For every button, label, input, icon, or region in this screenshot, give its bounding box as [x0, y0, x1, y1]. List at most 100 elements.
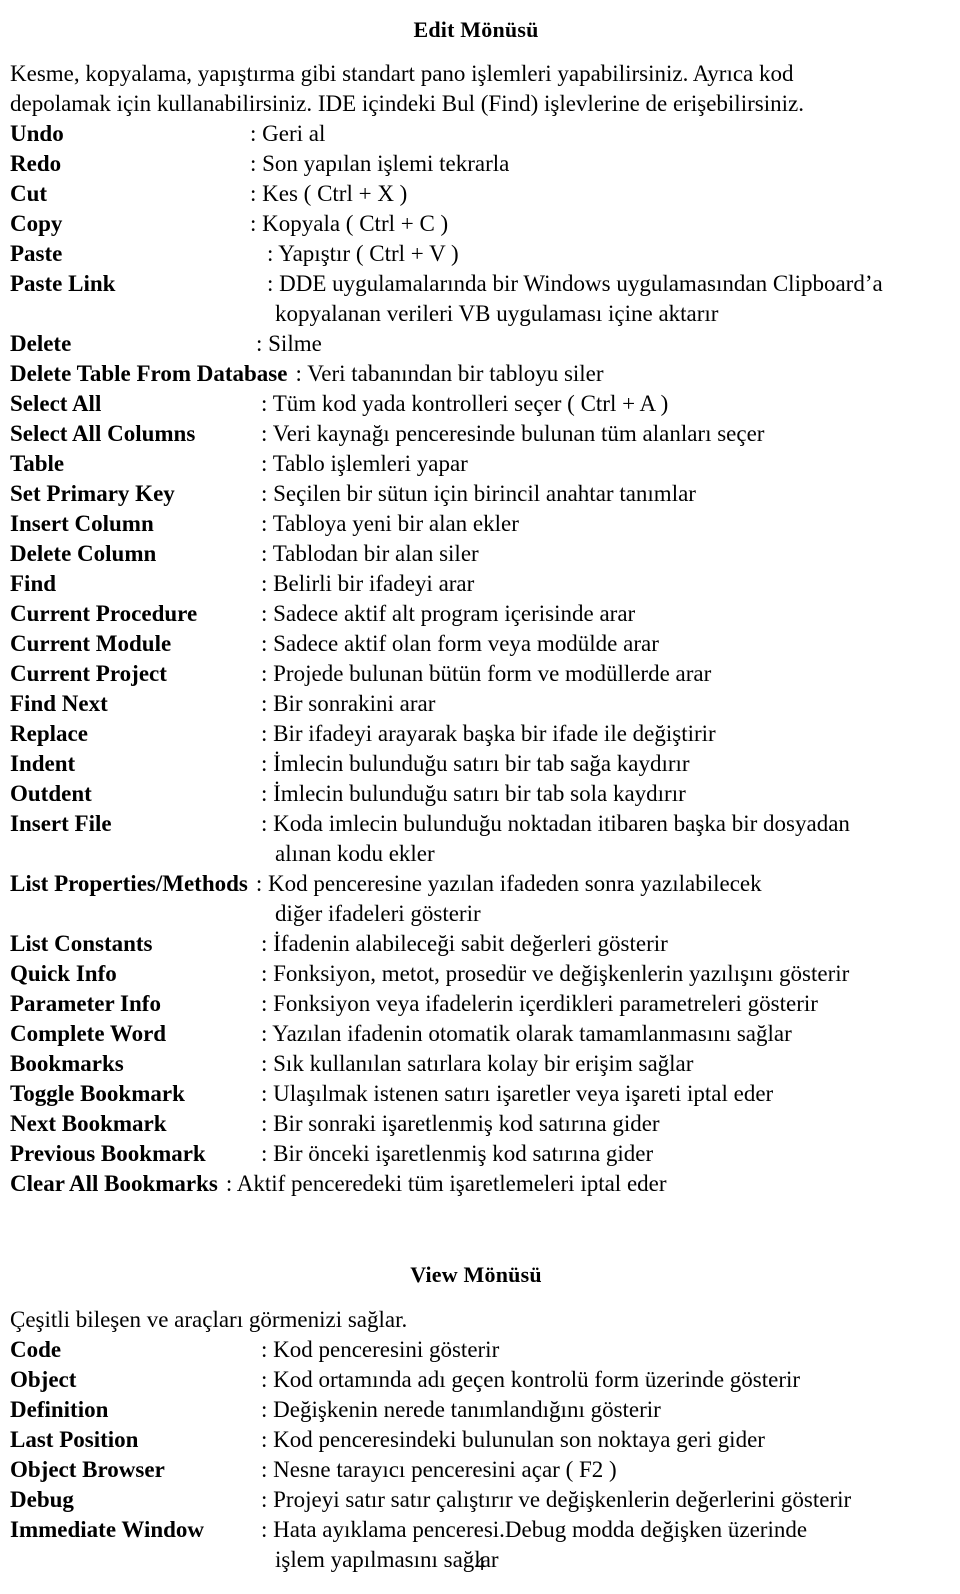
menu-entry-description: : Bir ifadeyi arayarak başka bir ifade i… — [261, 721, 716, 747]
menu-entry-paste-link: Paste Link : DDE uygulamalarında bir Win… — [10, 269, 942, 299]
menu-entry-description: : Kod penceresindeki bulunulan son nokta… — [261, 1426, 765, 1452]
menu-entry-description: : Yapıştır ( Ctrl + V ) — [267, 241, 459, 267]
menu-entry-last-position: Last Position : Kod penceresindeki bulun… — [10, 1425, 942, 1455]
menu-entry-insert-file: Insert File : Koda imlecin bulunduğu nok… — [10, 809, 942, 839]
menu-entry-description: : Projede bulunan bütün form ve modüller… — [261, 661, 712, 687]
menu-entry-term: Delete Column — [10, 541, 157, 567]
menu-entry-description: : Tabloya yeni bir alan ekler — [261, 511, 519, 537]
menu-entry-term: Bookmarks — [10, 1051, 124, 1077]
menu-entry-description: : Tablodan bir alan siler — [261, 541, 479, 567]
menu-entry-term: Previous Bookmark — [10, 1141, 206, 1167]
menu-entry-term: Set Primary Key — [10, 481, 175, 507]
menu-entry-find-next: Find Next : Bir sonrakini arar — [10, 689, 942, 719]
menu-entry-term: Select All Columns — [10, 421, 196, 447]
menu-entry-term: Undo — [10, 121, 64, 147]
menu-entry-description: : İfadenin alabileceği sabit değerleri g… — [261, 931, 668, 957]
menu-entry-term: Definition — [10, 1396, 109, 1422]
menu-entry-description: : İmlecin bulunduğu satırı bir tab sağa … — [261, 751, 690, 777]
menu-entry-term: List Properties/Methods — [10, 871, 248, 897]
menu-entry-description: : Kes ( Ctrl + X ) — [250, 181, 408, 207]
menu-entry-term: Cut — [10, 181, 48, 207]
menu-entry-term: Indent — [10, 751, 76, 777]
menu-entry-list-constants: List Constants : İfadenin alabileceği sa… — [10, 929, 942, 959]
menu-entry-term: Debug — [10, 1486, 74, 1512]
menu-entry-term: Immediate Window — [10, 1516, 205, 1542]
view-section-title: View Mönüsü — [410, 1262, 542, 1288]
menu-entry-term: Table — [10, 451, 65, 477]
menu-entry-clear-all-bookmarks: Clear All Bookmarks : Aktif penceredeki … — [10, 1169, 942, 1199]
menu-entry-description: : Sadece aktif olan form veya modülde ar… — [261, 631, 659, 657]
menu-entry-description: : Kod ortamında adı geçen kontrolü form … — [261, 1366, 801, 1392]
menu-entry-redo: Redo : Son yapılan işlemi tekrarla — [10, 149, 942, 179]
menu-entry-description: : Sık kullanılan satırlara kolay bir eri… — [261, 1051, 694, 1077]
menu-entry-term: Object — [10, 1366, 77, 1392]
menu-entry-term: Copy — [10, 211, 63, 237]
menu-entry-debug: Debug : Projeyi satır satır çalıştırır v… — [10, 1485, 942, 1515]
menu-entry-parameter-info: Parameter Info : Fonksiyon veya ifadeler… — [10, 989, 942, 1019]
menu-entry-term: Paste Link — [10, 271, 116, 297]
menu-entry-indent: Indent : İmlecin bulunduğu satırı bir ta… — [10, 749, 942, 779]
menu-entry-term: Last Position — [10, 1426, 139, 1452]
menu-entry-description: : Bir önceki işaretlenmiş kod satırına g… — [261, 1141, 654, 1167]
menu-entry-current-procedure: Current Procedure : Sadece aktif alt pro… — [10, 599, 942, 629]
menu-entry-continuation: alınan kodu ekler — [275, 841, 435, 867]
menu-entry-immediate-window: Immediate Window : Hata ayıklama pencere… — [10, 1515, 942, 1545]
menu-entry-description: : Son yapılan işlemi tekrarla — [250, 151, 510, 177]
menu-entry-current-project: Current Project : Projede bulunan bütün … — [10, 659, 942, 689]
menu-entry-list-properties-methods: List Properties/Methods : Kod penceresin… — [10, 869, 942, 899]
menu-entry-description: : DDE uygulamalarında bir Windows uygula… — [267, 271, 883, 297]
menu-entry-select-all: Select All : Tüm kod yada kontrolleri se… — [10, 389, 942, 419]
menu-entry-description: : Nesne tarayıcı penceresini açar ( F2 ) — [261, 1456, 617, 1482]
menu-entry-term: Clear All Bookmarks — [10, 1171, 218, 1197]
menu-entry-term: Delete Table From Database — [10, 361, 288, 387]
menu-entry-description: : Geri al — [250, 121, 326, 147]
edit-intro-line-1: Kesme, kopyalama, yapıştırma gibi standa… — [10, 61, 794, 87]
menu-entry-definition: Definition : Değişkenin nerede tanımland… — [10, 1395, 942, 1425]
edit-menu-entry-list: Undo : Geri al Redo : Son yapılan işlemi… — [10, 119, 942, 1199]
menu-entry-table: Table : Tablo işlemleri yapar — [10, 449, 942, 479]
menu-entry-next-bookmark: Next Bookmark : Bir sonraki işaretlenmiş… — [10, 1109, 942, 1139]
menu-entry-delete: Delete : Silme — [10, 329, 942, 359]
menu-entry-term: Object Browser — [10, 1456, 165, 1482]
menu-entry-term: Quick Info — [10, 961, 117, 987]
menu-entry-description: : Silme — [256, 331, 322, 357]
menu-entry-description: : Koda imlecin bulunduğu noktadan itibar… — [261, 811, 850, 837]
menu-entry-term: Current Module — [10, 631, 172, 657]
menu-entry-quick-info: Quick Info : Fonksiyon, metot, prosedür … — [10, 959, 942, 989]
menu-entry-term: Delete — [10, 331, 72, 357]
menu-entry-previous-bookmark: Previous Bookmark : Bir önceki işaretlen… — [10, 1139, 942, 1169]
menu-entry-cut: Cut : Kes ( Ctrl + X ) — [10, 179, 942, 209]
view-section-intro: Çeşitli bileşen ve araçları görmenizi sa… — [10, 1305, 942, 1335]
menu-entry-description: : Veri tabanından bir tabloyu siler — [295, 361, 604, 387]
menu-entry-delete-column: Delete Column : Tablodan bir alan siler — [10, 539, 942, 569]
edit-section-title: Edit Mönüsü — [413, 16, 539, 42]
menu-entry-description: : Tablo işlemleri yapar — [261, 451, 468, 477]
menu-entry-description: : Fonksiyon veya ifadelerin içerdikleri … — [261, 991, 818, 1017]
edit-intro-line-2: depolamak için kullanabilirsiniz. IDE iç… — [10, 91, 804, 117]
menu-entry-term: Insert File — [10, 811, 112, 837]
view-intro-line-1: Çeşitli bileşen ve araçları görmenizi sa… — [10, 1306, 408, 1332]
menu-entry-replace: Replace : Bir ifadeyi arayarak başka bir… — [10, 719, 942, 749]
menu-entry-term: List Constants — [10, 931, 153, 957]
menu-entry-description: : Kopyala ( Ctrl + C ) — [250, 211, 449, 237]
menu-entry-description: : İmlecin bulunduğu satırı bir tab sola … — [261, 781, 686, 807]
menu-entry-description: : Kod penceresini gösterir — [261, 1336, 500, 1362]
menu-entry-undo: Undo : Geri al — [10, 119, 942, 149]
menu-entry-term: Complete Word — [10, 1021, 167, 1047]
page-number: 4 — [475, 1552, 485, 1575]
menu-entry-description: : Fonksiyon, metot, prosedür ve değişken… — [261, 961, 850, 987]
menu-entry-term: Redo — [10, 151, 62, 177]
menu-entry-description: : Kod penceresine yazılan ifadeden sonra… — [255, 871, 762, 897]
menu-entry-term: Paste — [10, 241, 63, 267]
menu-entry-term: Find — [10, 571, 57, 597]
menu-entry-description: : Ulaşılmak istenen satırı işaretler vey… — [261, 1081, 774, 1107]
menu-entry-description: : Yazılan ifadenin otomatik olarak tamam… — [261, 1021, 792, 1047]
menu-entry-term: Current Project — [10, 661, 167, 687]
menu-entry-description: : Sadece aktif alt program içerisinde ar… — [261, 601, 636, 627]
menu-entry-outdent: Outdent : İmlecin bulunduğu satırı bir t… — [10, 779, 942, 809]
menu-entry-description: : Hata ayıklama penceresi.Debug modda de… — [261, 1516, 808, 1542]
menu-entry-continuation: diğer ifadeleri gösterir — [275, 901, 481, 927]
menu-entry-term: Replace — [10, 721, 88, 747]
menu-entry-description: : Veri kaynağı penceresinde bulunan tüm … — [261, 421, 765, 447]
menu-entry-bookmarks: Bookmarks : Sık kullanılan satırlara kol… — [10, 1049, 942, 1079]
